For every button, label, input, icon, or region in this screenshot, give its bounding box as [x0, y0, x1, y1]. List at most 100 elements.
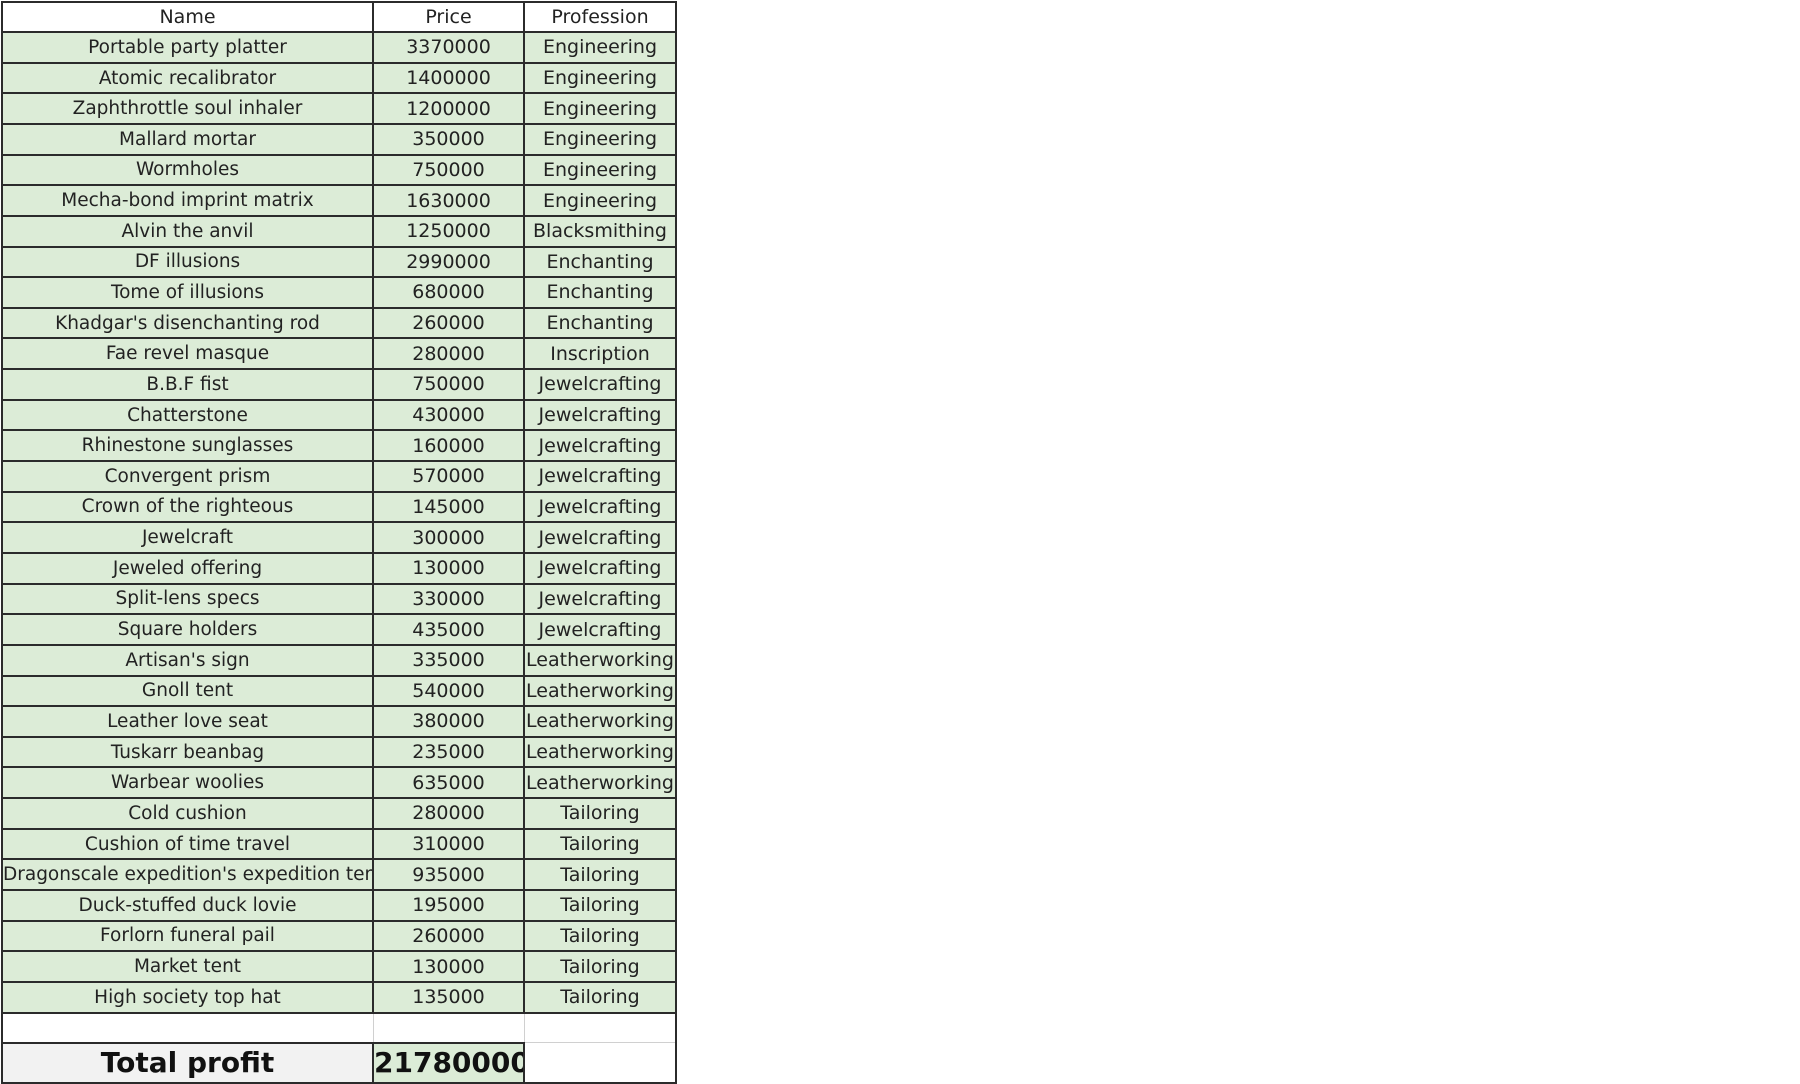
name-cell[interactable]: Artisan's sign	[1, 643, 374, 677]
name-cell[interactable]: Dragonscale expedition's expedition tent	[1, 858, 374, 891]
profession-cell[interactable]: Inscription	[523, 337, 677, 371]
name-cell[interactable]: Gnoll tent	[1, 674, 374, 708]
empty-cell[interactable]	[523, 1042, 677, 1084]
empty-cell[interactable]	[372, 1011, 525, 1044]
profession-cell[interactable]: Engineering	[523, 61, 677, 95]
price-cell[interactable]: 635000	[372, 766, 525, 800]
name-cell[interactable]: Chatterstone	[1, 398, 374, 432]
name-cell[interactable]: Atomic recalibrator	[1, 61, 374, 95]
price-cell[interactable]: 300000	[372, 521, 525, 554]
profession-cell[interactable]: Tailoring	[523, 797, 677, 830]
name-cell[interactable]: Market tent	[1, 950, 374, 983]
profession-cell[interactable]: Jewelcrafting	[523, 460, 677, 493]
name-cell[interactable]: Jeweled offering	[1, 551, 374, 585]
price-cell[interactable]: 540000	[372, 674, 525, 708]
price-cell[interactable]: 2990000	[372, 245, 525, 279]
name-cell[interactable]: Split-lens specs	[1, 582, 374, 616]
price-cell[interactable]: 235000	[372, 735, 525, 769]
profession-cell[interactable]: Leatherworking	[523, 674, 677, 708]
profession-cell[interactable]: Enchanting	[523, 306, 677, 340]
profession-cell[interactable]: Jewelcrafting	[523, 490, 677, 524]
name-cell[interactable]: Leather love seat	[1, 705, 374, 738]
name-cell[interactable]: Fae revel masque	[1, 337, 374, 371]
price-cell[interactable]: 260000	[372, 919, 525, 953]
profession-cell[interactable]: Jewelcrafting	[523, 429, 677, 463]
price-cell[interactable]: 280000	[372, 337, 525, 371]
name-cell[interactable]: Cushion of time travel	[1, 827, 374, 861]
profession-cell[interactable]: Jewelcrafting	[523, 521, 677, 554]
name-cell[interactable]: Square holders	[1, 613, 374, 646]
price-cell[interactable]: 750000	[372, 153, 525, 187]
header-name[interactable]: Name	[1, 0, 374, 34]
price-cell[interactable]: 330000	[372, 582, 525, 616]
price-cell[interactable]: 260000	[372, 306, 525, 340]
profession-cell[interactable]: Jewelcrafting	[523, 368, 677, 401]
header-price[interactable]: Price	[372, 0, 525, 34]
header-profession[interactable]: Profession	[523, 0, 677, 34]
price-cell[interactable]: 1400000	[372, 61, 525, 95]
profession-cell[interactable]: Jewelcrafting	[523, 398, 677, 432]
price-cell[interactable]: 435000	[372, 613, 525, 646]
profession-cell[interactable]: Tailoring	[523, 888, 677, 922]
profession-cell[interactable]: Jewelcrafting	[523, 613, 677, 646]
name-cell[interactable]: Cold cushion	[1, 797, 374, 830]
profession-cell[interactable]: Engineering	[523, 92, 677, 125]
price-cell[interactable]: 130000	[372, 551, 525, 585]
profession-cell[interactable]: Jewelcrafting	[523, 582, 677, 616]
price-cell[interactable]: 1250000	[372, 214, 525, 248]
price-cell[interactable]: 3370000	[372, 31, 525, 64]
total-value[interactable]: 21780000	[372, 1041, 525, 1084]
price-cell[interactable]: 570000	[372, 460, 525, 493]
profession-cell[interactable]: Leatherworking	[523, 766, 677, 800]
name-cell[interactable]: Mecha-bond imprint matrix	[1, 184, 374, 217]
name-cell[interactable]: Mallard mortar	[1, 122, 374, 156]
profession-cell[interactable]: Blacksmithing	[523, 214, 677, 248]
total-label[interactable]: Total profit	[1, 1041, 374, 1084]
profession-cell[interactable]: Leatherworking	[523, 705, 677, 738]
price-cell[interactable]: 350000	[372, 122, 525, 156]
price-cell[interactable]: 135000	[372, 980, 525, 1014]
profession-cell[interactable]: Tailoring	[523, 980, 677, 1014]
profession-cell[interactable]: Enchanting	[523, 276, 677, 309]
empty-cell[interactable]	[523, 1011, 677, 1044]
name-cell[interactable]: Convergent prism	[1, 460, 374, 493]
name-cell[interactable]: Wormholes	[1, 153, 374, 187]
profession-cell[interactable]: Engineering	[523, 122, 677, 156]
price-cell[interactable]: 130000	[372, 950, 525, 983]
profession-cell[interactable]: Jewelcrafting	[523, 551, 677, 585]
profession-cell[interactable]: Engineering	[523, 184, 677, 217]
price-cell[interactable]: 145000	[372, 490, 525, 524]
name-cell[interactable]: High society top hat	[1, 980, 374, 1014]
name-cell[interactable]: Rhinestone sunglasses	[1, 429, 374, 463]
profession-cell[interactable]: Leatherworking	[523, 735, 677, 769]
profession-cell[interactable]: Tailoring	[523, 950, 677, 983]
empty-cell[interactable]	[1, 1011, 374, 1044]
price-cell[interactable]: 1200000	[372, 92, 525, 125]
name-cell[interactable]: Alvin the anvil	[1, 214, 374, 248]
name-cell[interactable]: Portable party platter	[1, 31, 374, 64]
price-cell[interactable]: 680000	[372, 276, 525, 309]
name-cell[interactable]: Tome of illusions	[1, 276, 374, 309]
name-cell[interactable]: B.B.F fist	[1, 368, 374, 401]
profession-cell[interactable]: Leatherworking	[523, 643, 677, 677]
name-cell[interactable]: DF illusions	[1, 245, 374, 279]
price-cell[interactable]: 280000	[372, 797, 525, 830]
profession-cell[interactable]: Tailoring	[523, 919, 677, 953]
profession-cell[interactable]: Enchanting	[523, 245, 677, 279]
profession-cell[interactable]: Tailoring	[523, 858, 677, 891]
profession-cell[interactable]: Engineering	[523, 31, 677, 64]
price-cell[interactable]: 335000	[372, 643, 525, 677]
name-cell[interactable]: Duck-stuffed duck lovie	[1, 888, 374, 922]
profession-cell[interactable]: Engineering	[523, 153, 677, 187]
name-cell[interactable]: Crown of the righteous	[1, 490, 374, 524]
price-cell[interactable]: 380000	[372, 705, 525, 738]
name-cell[interactable]: Warbear woolies	[1, 766, 374, 800]
name-cell[interactable]: Tuskarr beanbag	[1, 735, 374, 769]
price-cell[interactable]: 310000	[372, 827, 525, 861]
profession-cell[interactable]: Tailoring	[523, 827, 677, 861]
price-cell[interactable]: 935000	[372, 858, 525, 891]
price-cell[interactable]: 195000	[372, 888, 525, 922]
price-cell[interactable]: 430000	[372, 398, 525, 432]
price-cell[interactable]: 160000	[372, 429, 525, 463]
name-cell[interactable]: Zaphthrottle soul inhaler	[1, 92, 374, 125]
